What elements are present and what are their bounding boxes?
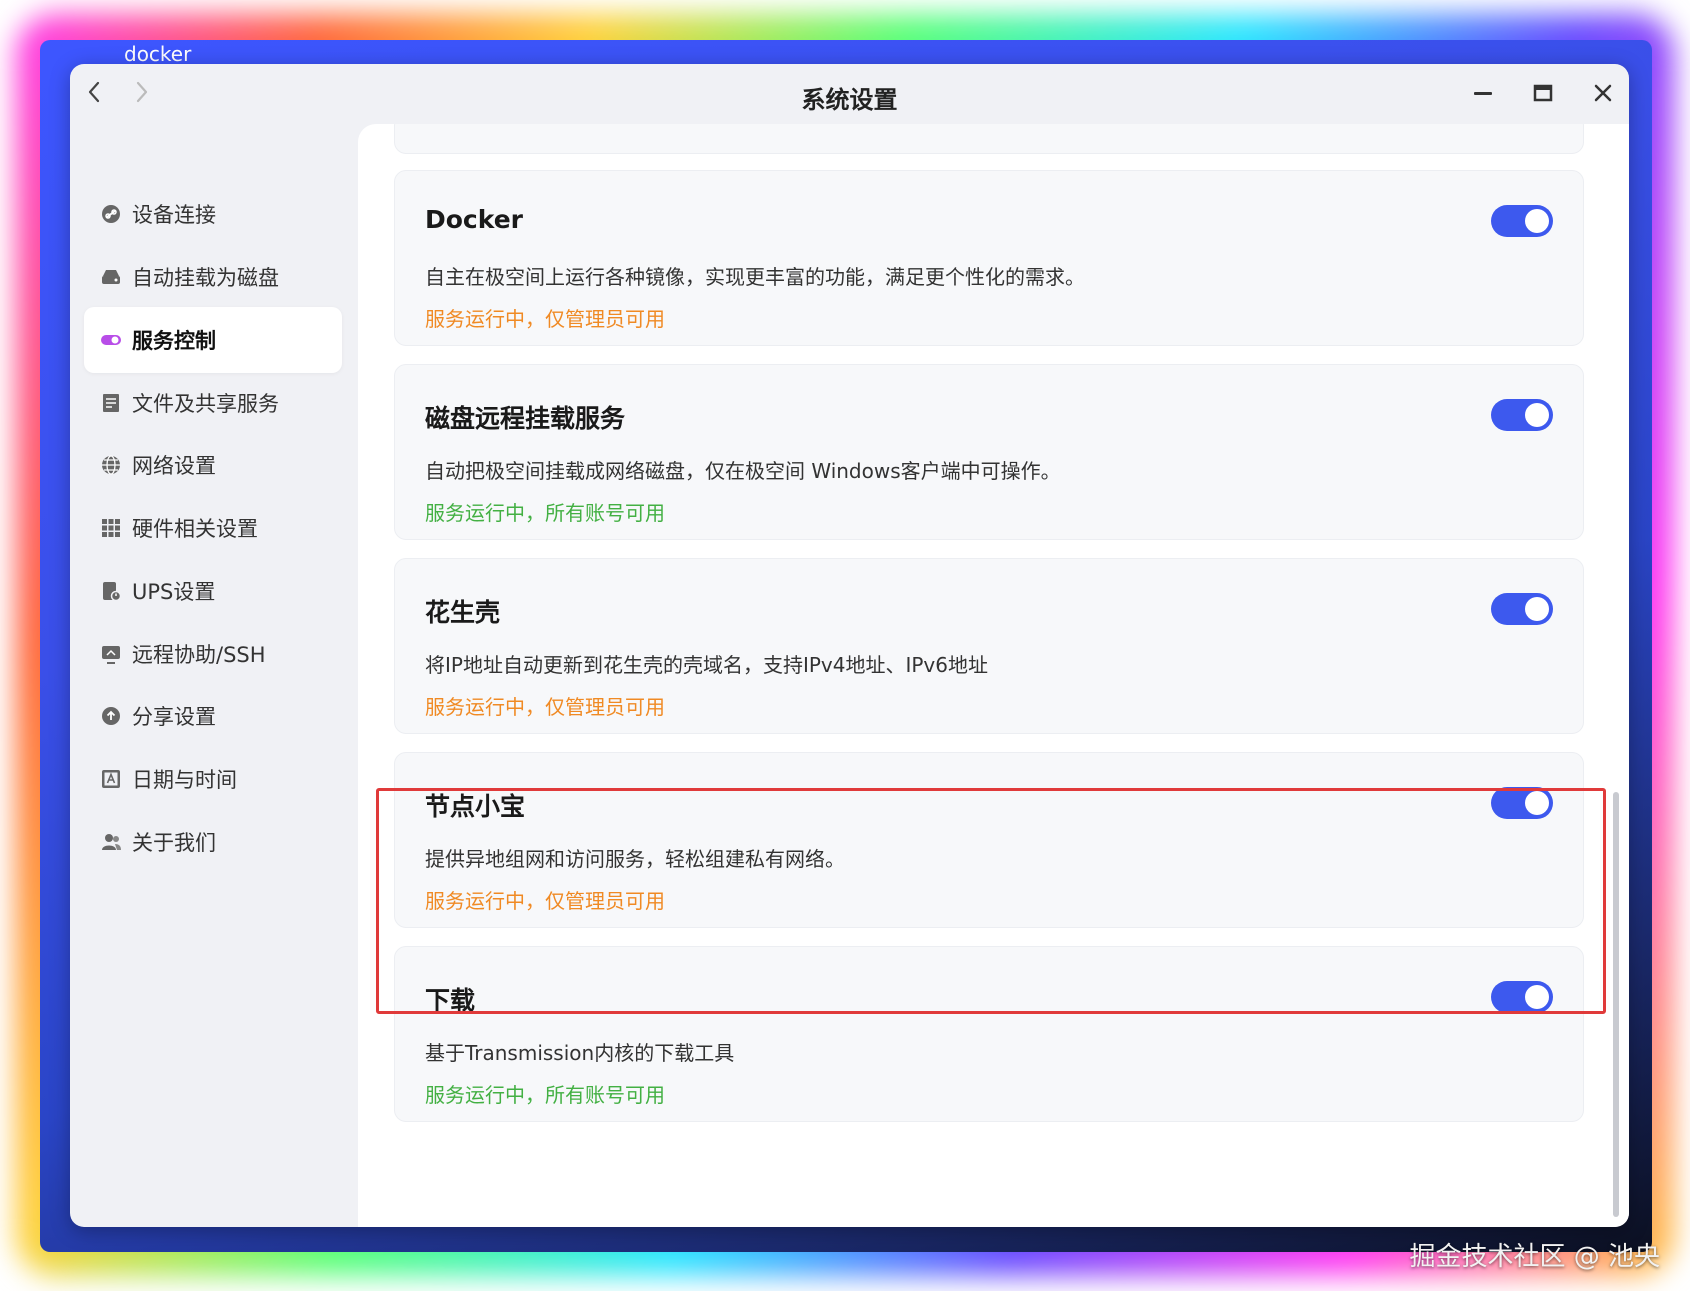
close-button[interactable] <box>1588 80 1618 110</box>
service-card-download: 下载 基于Transmission内核的下载工具 服务运行中，所有账号可用 <box>394 946 1584 1122</box>
service-status: 服务运行中，仅管理员可用 <box>425 695 665 719</box>
settings-window: 系统设置 设备连接 自动挂载为磁盘 服务控制 文件及共享服务 网络设置 硬件相关… <box>70 64 1629 1227</box>
service-toggle[interactable] <box>1491 787 1553 819</box>
service-status: 服务运行中，所有账号可用 <box>425 501 665 525</box>
service-list: Docker 自主在极空间上运行各种镜像，实现更丰富的功能，满足更个性化的需求。… <box>358 124 1629 1227</box>
service-card-node-xiaobao: 节点小宝 提供异地组网和访问服务，轻松组建私有网络。 服务运行中，仅管理员可用 <box>394 752 1584 928</box>
sidebar-item-label: 自动挂载为磁盘 <box>132 266 279 290</box>
close-icon <box>1592 82 1614 108</box>
service-description: 自动把极空间挂载成网络磁盘，仅在极空间 Windows客户端中可操作。 <box>425 459 1061 483</box>
service-status: 服务运行中，所有账号可用 <box>425 1083 665 1107</box>
scrollbar[interactable] <box>1613 792 1619 1217</box>
share-icon <box>100 705 122 727</box>
sidebar-item-label: 远程协助/SSH <box>132 643 266 667</box>
service-description: 提供异地组网和访问服务，轻松组建私有网络。 <box>425 847 845 871</box>
sidebar-item-file-share[interactable]: 文件及共享服务 <box>84 370 342 436</box>
grid-icon <box>100 517 122 539</box>
service-status: 服务运行中，仅管理员可用 <box>425 307 665 331</box>
previous-service-card <box>394 124 1584 154</box>
maximize-button[interactable] <box>1528 80 1558 110</box>
service-title: 花生壳 <box>425 598 501 627</box>
sidebar-item-remote-ssh[interactable]: 远程协助/SSH <box>84 621 342 687</box>
service-title: 磁盘远程挂载服务 <box>425 404 626 433</box>
service-card-docker: Docker 自主在极空间上运行各种镜像，实现更丰富的功能，满足更个性化的需求。… <box>394 170 1584 346</box>
sidebar-item-hardware[interactable]: 硬件相关设置 <box>84 495 342 561</box>
watermark: 掘金技术社区 @ 池央 <box>1409 1242 1660 1272</box>
service-title: Docker <box>425 205 523 234</box>
window-app-label: docker <box>124 42 192 66</box>
service-toggle[interactable] <box>1491 399 1553 431</box>
service-status: 服务运行中，仅管理员可用 <box>425 889 665 913</box>
sidebar: 设备连接 自动挂载为磁盘 服务控制 文件及共享服务 网络设置 硬件相关设置 UP… <box>70 124 358 1227</box>
sidebar-item-label: 服务控制 <box>132 329 216 353</box>
monitor-icon <box>100 643 122 665</box>
sidebar-item-date-time[interactable]: 日期与时间 <box>84 746 342 812</box>
sidebar-item-label: 设备连接 <box>132 203 216 227</box>
service-title: 下载 <box>425 986 476 1015</box>
service-description: 自主在极空间上运行各种镜像，实现更丰富的功能，满足更个性化的需求。 <box>425 265 1085 289</box>
sidebar-item-label: 硬件相关设置 <box>132 517 258 541</box>
toggle-knob <box>1525 791 1549 815</box>
service-description: 将IP地址自动更新到花生壳的壳域名，支持IPv4地址、IPv6地址 <box>425 653 988 677</box>
sidebar-item-label: 日期与时间 <box>132 768 237 792</box>
sidebar-item-network[interactable]: 网络设置 <box>84 432 342 498</box>
calendar-icon <box>100 768 122 790</box>
sidebar-item-about[interactable]: 关于我们 <box>84 809 342 875</box>
sidebar-item-label: 网络设置 <box>132 454 216 478</box>
sidebar-item-ups[interactable]: UPS设置 <box>84 558 342 624</box>
toggle-knob <box>1525 403 1549 427</box>
service-description: 基于Transmission内核的下载工具 <box>425 1041 735 1065</box>
globe-icon <box>100 454 122 476</box>
toggle-knob <box>1525 209 1549 233</box>
service-card-oray: 花生壳 将IP地址自动更新到花生壳的壳域名，支持IPv4地址、IPv6地址 服务… <box>394 558 1584 734</box>
sidebar-item-label: UPS设置 <box>132 580 216 604</box>
ups-icon <box>100 580 122 602</box>
service-toggle[interactable] <box>1491 981 1553 1013</box>
service-toggle[interactable] <box>1491 205 1553 237</box>
maximize-icon <box>1532 82 1554 108</box>
titlebar: 系统设置 <box>70 64 1629 124</box>
window-title: 系统设置 <box>801 86 898 114</box>
file-share-icon <box>100 392 122 414</box>
sidebar-item-service-control[interactable]: 服务控制 <box>84 307 342 373</box>
sidebar-item-label: 文件及共享服务 <box>132 392 279 416</box>
service-title: 节点小宝 <box>425 792 526 821</box>
service-card-disk-remote-mount: 磁盘远程挂载服务 自动把极空间挂载成网络磁盘，仅在极空间 Windows客户端中… <box>394 364 1584 540</box>
toggle-knob <box>1525 985 1549 1009</box>
users-icon <box>100 831 122 853</box>
sidebar-item-label: 关于我们 <box>132 831 216 855</box>
sidebar-item-share-settings[interactable]: 分享设置 <box>84 683 342 749</box>
toggle-icon <box>100 329 122 351</box>
minimize-button[interactable] <box>1468 80 1498 110</box>
link-icon <box>100 203 122 225</box>
service-toggle[interactable] <box>1491 593 1553 625</box>
toggle-knob <box>1525 597 1549 621</box>
minimize-icon <box>1472 82 1494 108</box>
disk-icon <box>100 266 122 288</box>
sidebar-item-device-connection[interactable]: 设备连接 <box>84 181 342 247</box>
sidebar-item-auto-mount[interactable]: 自动挂载为磁盘 <box>84 244 342 310</box>
sidebar-item-label: 分享设置 <box>132 705 216 729</box>
